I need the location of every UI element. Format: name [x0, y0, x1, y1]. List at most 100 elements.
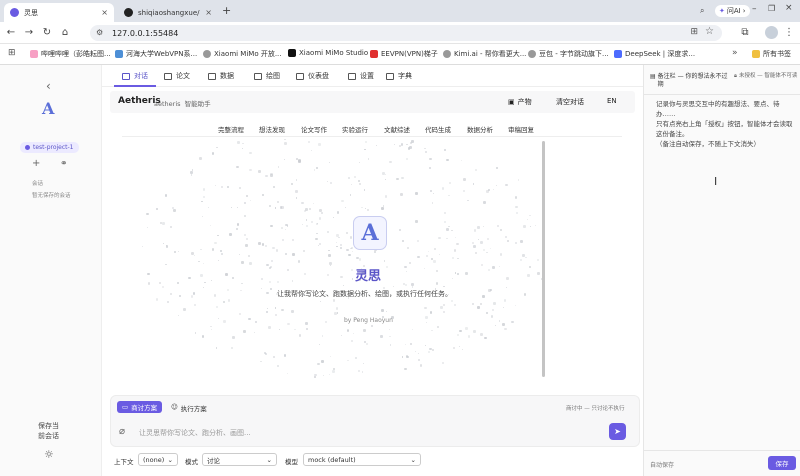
particle [270, 224, 273, 228]
restore-icon[interactable]: ❐ [768, 4, 775, 13]
new-tab-button[interactable]: + [222, 4, 231, 17]
tab-data[interactable]: 数据 [208, 71, 234, 81]
workflow-tab[interactable]: 文献综述 [384, 124, 410, 134]
chat-icon: ▭ [122, 403, 129, 411]
particle [525, 257, 527, 259]
browser-tab[interactable]: shiqiaoshangxue/aethe × [118, 3, 218, 22]
translate-icon[interactable]: ⊞ [690, 27, 698, 37]
ask-ai-button[interactable]: ✦ 问AI › [715, 5, 750, 17]
authorize-toggle[interactable]: 🔒︎ 未授权 — 智能体不可读 [734, 73, 798, 80]
url-input[interactable]: ⚙ 127.0.0.1:55484 ⊞ ☆ [90, 25, 722, 41]
particle [448, 225, 451, 228]
message-input[interactable]: 让灵思帮你写论文、跑分析、画图... [139, 428, 251, 438]
particle [324, 321, 327, 323]
bookmark-item[interactable]: 哔哩哔哩（彭皓耘图... [30, 49, 111, 59]
workflow-tab[interactable]: 实验运行 [342, 124, 368, 134]
workflow-tab[interactable]: 代码生成 [425, 124, 451, 134]
attach-icon[interactable]: ⌀ [119, 426, 125, 437]
window-close-icon[interactable]: × [785, 3, 793, 13]
particle [536, 259, 539, 262]
particle [400, 193, 403, 196]
back-icon[interactable]: ← [4, 26, 18, 40]
particle [300, 201, 304, 205]
theme-toggle-icon[interactable]: ☼ [44, 448, 54, 461]
particle [401, 176, 404, 180]
save-notes-button[interactable]: 保存 [768, 456, 796, 470]
particle [502, 306, 505, 309]
save-session-button[interactable]: 保存当 前会话 [38, 421, 59, 441]
extensions-icon[interactable]: ⧉ [738, 26, 752, 40]
particle [245, 237, 248, 240]
all-bookmarks-button[interactable]: 所有书签 [752, 49, 791, 59]
particle [491, 308, 495, 312]
particle [155, 207, 159, 211]
close-icon[interactable]: × [205, 8, 212, 17]
bookmark-item[interactable]: DeepSeek | 深度求... [614, 49, 695, 59]
tab-plot[interactable]: 绘图 [254, 71, 280, 81]
particle [425, 322, 427, 324]
context-select[interactable]: (none) ⌄ [138, 453, 178, 466]
tab-chat[interactable]: 对话 [122, 71, 148, 81]
workflow-tab[interactable]: 审稿回复 [508, 124, 534, 134]
search-icon[interactable]: ⌕ [700, 6, 704, 16]
particle [496, 185, 498, 187]
workflow-tab[interactable]: 想法发现 [259, 124, 285, 134]
particle [434, 248, 436, 251]
bookmark-item[interactable]: 河海大学WebVPN系... [115, 49, 197, 59]
project-chip[interactable]: test-project-1 [20, 142, 79, 153]
hero-logo-icon: A [353, 216, 387, 250]
bookmark-item[interactable]: Kimi.ai - 帮你看更大... [443, 49, 526, 59]
browser-tab-active[interactable]: 灵思 × [4, 3, 114, 22]
execute-mode-button[interactable]: ☺ 执行方案 [171, 403, 207, 413]
reload-icon[interactable]: ↻ [40, 26, 54, 40]
particle [442, 310, 445, 313]
bookmark-item[interactable]: Xiaomi MiMo 开放... [203, 49, 282, 59]
link-icon[interactable]: ⚭ [60, 159, 68, 169]
send-button[interactable]: ➤ [609, 423, 626, 440]
bookmark-star-icon[interactable]: ☆ [705, 26, 714, 37]
menu-icon[interactable]: ⋮ [782, 26, 796, 40]
products-button[interactable]: ▣ 产物 [508, 97, 532, 107]
bookmark-item[interactable]: 豆包 - 字节跳动旗下... [528, 49, 609, 59]
home-icon[interactable]: ⌂ [58, 26, 72, 40]
bookmark-item[interactable]: Xiaomi MiMo Studio [288, 49, 368, 57]
more-bookmarks-icon[interactable]: » [732, 48, 738, 58]
apps-icon[interactable]: ⊞ [8, 48, 16, 58]
model-select[interactable]: mock (default) ⌄ [303, 453, 421, 466]
tab-dashboard[interactable]: 仪表盘 [296, 71, 329, 81]
settings-icon [348, 72, 356, 80]
particle [230, 206, 232, 208]
add-project-button[interactable]: + [32, 158, 40, 169]
particle [201, 200, 204, 203]
particle [473, 229, 477, 233]
clear-chat-button[interactable]: 清空对话 [556, 97, 584, 107]
language-button[interactable]: EN [607, 97, 617, 105]
discuss-mode-button[interactable]: ▭ 商讨方案 [117, 401, 163, 413]
forward-icon[interactable]: → [22, 26, 36, 40]
particle [444, 212, 447, 215]
workflow-tab[interactable]: 完整流程 [218, 124, 244, 134]
workflow-tab[interactable]: 论文写作 [301, 124, 327, 134]
tab-settings[interactable]: 设置 [348, 71, 374, 81]
tab-paper[interactable]: 论文 [164, 71, 190, 81]
collapse-icon[interactable]: ‹ [46, 79, 51, 93]
close-icon[interactable]: × [101, 8, 108, 17]
particle [527, 273, 530, 277]
particle [492, 266, 495, 269]
mode-select[interactable]: 讨论 ⌄ [202, 453, 277, 466]
particle [290, 182, 294, 186]
particle [388, 335, 391, 338]
particle [246, 194, 249, 197]
minimize-icon[interactable]: – [752, 4, 757, 14]
workflow-tab[interactable]: 数据分析 [467, 124, 493, 134]
particle [433, 192, 435, 194]
particle [477, 226, 481, 229]
particle [494, 324, 497, 327]
particle [332, 370, 335, 373]
avatar[interactable] [765, 26, 778, 39]
tab-dictionary[interactable]: 字典 [386, 71, 412, 81]
site-info-icon[interactable]: ⚙ [96, 28, 103, 37]
notes-textarea[interactable]: 记录你与灵思交互中的有趣想法、要点、待办…… 只有点亮右上角「授权」按钮，智能体… [656, 99, 796, 149]
scrollbar[interactable] [542, 141, 545, 377]
bookmark-item[interactable]: EEVPN(VPN)梯子 [370, 49, 438, 59]
